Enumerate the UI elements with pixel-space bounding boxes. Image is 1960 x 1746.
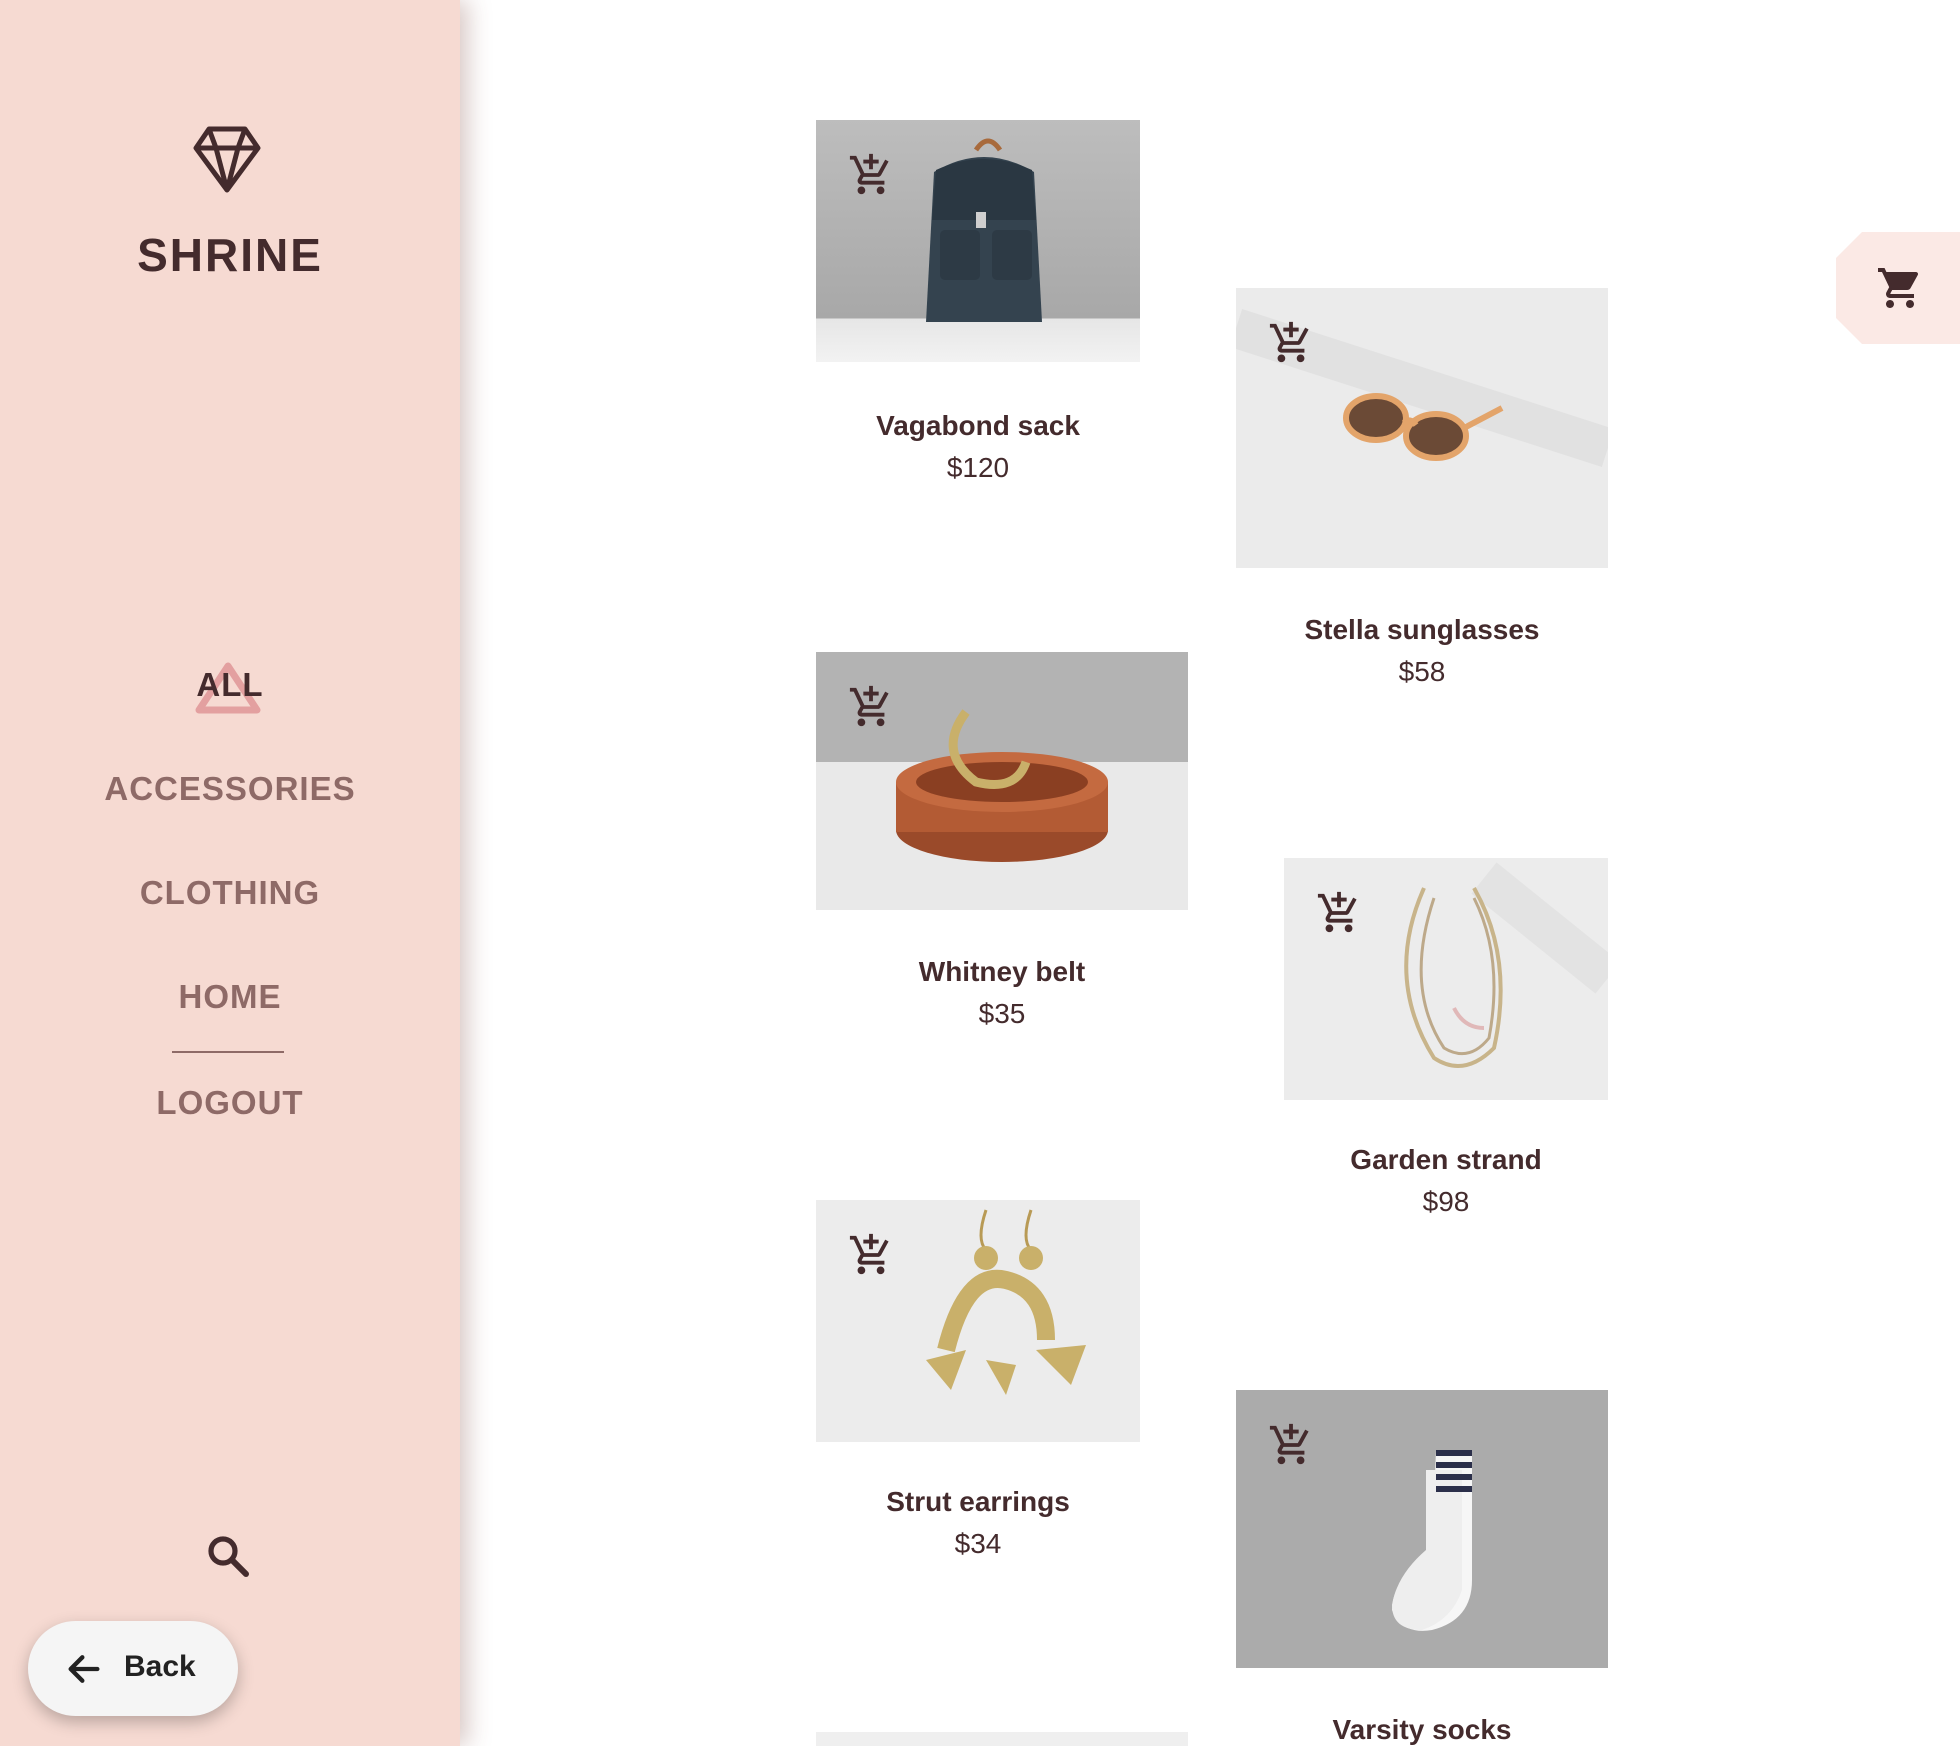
nav-item-accessories[interactable]: ACCESSORIES (0, 770, 460, 808)
add-shopping-cart-icon[interactable] (1268, 320, 1314, 366)
product-card-garden-strand: Garden strand $98 (1284, 858, 1608, 1258)
arrow-left-icon (68, 1655, 100, 1683)
shopping-cart-icon (1876, 264, 1924, 312)
add-shopping-cart-icon[interactable] (848, 152, 894, 198)
product-name: Vagabond sack (876, 410, 1080, 441)
nav-item-all[interactable]: ALL (0, 666, 460, 704)
back-button-label: Back (124, 1650, 196, 1683)
product-card-whitney-belt: Whitney belt $35 (816, 652, 1188, 1052)
nav-item-clothing[interactable]: CLOTHING (0, 874, 460, 912)
brand-title: SHRINE (137, 229, 323, 281)
product-image[interactable] (816, 120, 1140, 362)
product-price: $34 (954, 1528, 1002, 1559)
product-name: Varsity socks (1332, 1714, 1512, 1745)
product-price: $98 (1422, 1186, 1470, 1217)
search-icon[interactable] (204, 1532, 252, 1580)
product-name: Garden strand (1350, 1144, 1542, 1175)
product-name: Strut earrings (886, 1486, 1070, 1517)
product-image[interactable] (816, 1200, 1140, 1442)
product-card-vagabond-sack: Vagabond sack $120 (816, 120, 1140, 500)
nav-item-logout[interactable]: LOGOUT (0, 1084, 460, 1122)
product-price: $120 (946, 452, 1010, 483)
product-card-stella-sunglasses: Stella sunglasses $58 (1236, 288, 1608, 708)
add-shopping-cart-icon[interactable] (1316, 890, 1362, 936)
add-shopping-cart-icon[interactable] (848, 684, 894, 730)
product-name: Whitney belt (918, 956, 1086, 987)
product-image-partial (816, 1732, 1188, 1746)
cart-button[interactable] (1836, 232, 1960, 344)
product-price: $35 (978, 998, 1026, 1029)
product-card-varsity-socks: Varsity socks (1236, 1390, 1608, 1746)
navigation-drawer: SHRINE ALL ACCESSORIES CLOTHING HOME LOG… (0, 0, 460, 1746)
nav-item-home[interactable]: HOME (0, 978, 460, 1016)
add-shopping-cart-icon[interactable] (848, 1232, 894, 1278)
diamond-icon (193, 126, 261, 193)
product-image[interactable] (1236, 288, 1608, 568)
product-name: Stella sunglasses (1304, 614, 1540, 645)
nav-divider (172, 1051, 284, 1053)
product-image[interactable] (1284, 858, 1608, 1100)
product-image[interactable] (816, 652, 1188, 910)
product-price: $58 (1398, 656, 1446, 687)
product-card-strut-earrings: Strut earrings $34 (816, 1200, 1140, 1600)
add-shopping-cart-icon[interactable] (1268, 1422, 1314, 1468)
product-image[interactable] (1236, 1390, 1608, 1668)
back-button[interactable]: Back (28, 1621, 238, 1716)
